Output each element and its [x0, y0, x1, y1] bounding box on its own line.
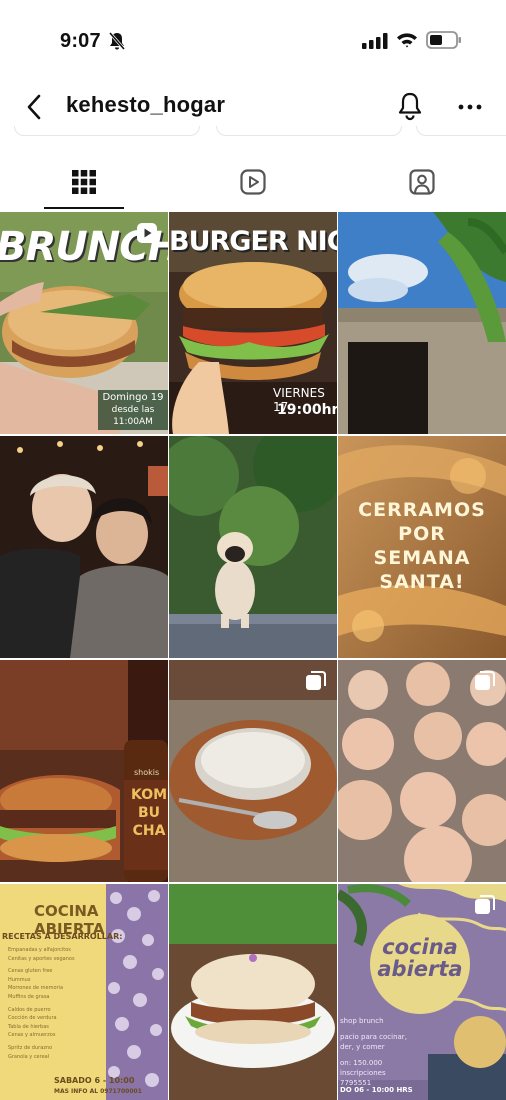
posts-grid: BRUNCH! Domingo 19 desde las 11:00AM BUR…: [0, 212, 506, 1100]
burger-caption-line2: 19:00hrs: [277, 402, 337, 418]
bell-off-icon: [108, 32, 126, 50]
bottle-line2: BU: [137, 805, 161, 821]
tab-tagged[interactable]: [338, 160, 506, 210]
tagged-person-icon: [409, 169, 435, 195]
flyer-item: Tabla de hierbas: [8, 1023, 49, 1030]
more-options-icon[interactable]: [456, 92, 484, 122]
cocina-purple-line1: shop brunch: [340, 1017, 384, 1025]
cocina-purple-line2: pacio para cocinar,: [340, 1033, 407, 1041]
profile-header: kehesto_hogar: [0, 84, 506, 130]
flyer-item: Caldos de puerro: [8, 1006, 51, 1013]
bottle-line3: CHA: [132, 823, 166, 839]
cocina-purple-details: shop brunch pacio para cocinar, der, y c…: [340, 1016, 430, 1088]
cerramos-line1: CERRAMOS: [358, 499, 486, 521]
post-croquettes[interactable]: [338, 660, 506, 882]
post-pug[interactable]: [169, 436, 337, 658]
brunch-caption-line2: desde las 11:00AM: [111, 405, 155, 427]
notifications-bell-icon[interactable]: [396, 91, 424, 121]
post-cocina-abierta-flyer[interactable]: COCINA ABIERTA RECETAS A DESARROLLAR: Em…: [0, 884, 168, 1100]
cerramos-line2: POR: [398, 523, 446, 545]
post-cocina-abierta-purple[interactable]: cocina abierta shop brunch pacio para co…: [338, 884, 506, 1100]
post-two-people[interactable]: [0, 436, 168, 658]
flyer-item: Hummus: [8, 976, 31, 983]
profile-tabs: [0, 160, 506, 210]
bottle-top-label: shokis: [134, 768, 160, 777]
burger-title: BURGER NIGHT: [169, 226, 337, 257]
carousel-badge-icon: [475, 895, 495, 914]
active-tab-indicator: [44, 207, 124, 209]
flyer-item: Cenas gluten free: [8, 968, 53, 975]
highlight-chips-edge: [0, 126, 506, 140]
sandwich-photo: [169, 884, 337, 1100]
flyer-info: MAS INFO AL 0971700001: [54, 1088, 142, 1095]
post-dip-bowl[interactable]: [169, 660, 337, 882]
pug-photo: [169, 436, 337, 658]
flyer-item: Granola y cereal: [8, 1053, 50, 1060]
cocina-purple-line3: der, y comer: [340, 1043, 385, 1051]
carousel-badge-icon: [306, 671, 326, 690]
dip-bowl-photo: [169, 660, 337, 882]
people-photo: [0, 436, 168, 658]
grid-icon: [72, 170, 96, 194]
status-bar: 9:07: [0, 0, 506, 80]
flyer-item: Morrones de memoria: [8, 985, 64, 992]
brunch-caption: Domingo 19 desde las 11:00AM: [98, 390, 168, 430]
cerramos-text: CERRAMOS POR SEMANA SANTA!: [338, 498, 506, 594]
tab-reels[interactable]: [169, 160, 337, 210]
flyer-subtitle: RECETAS A DESARROLLAR:: [2, 932, 123, 941]
reel-badge-icon: [137, 223, 157, 243]
flyer-item: Empanadas y alfajorcitos: [8, 947, 71, 953]
flyer-item: Cenitas y aportes veganos: [8, 955, 75, 962]
cocina-purple-line5: inscripciones: [340, 1069, 386, 1077]
carousel-badge-icon: [475, 671, 495, 690]
cocina-purple-date: DO 06 - 10:00 HRS: [340, 1086, 413, 1094]
battery-icon: [426, 31, 461, 49]
profile-username: kehesto_hogar: [66, 92, 226, 117]
bottle-label: KOM BU CHA: [130, 786, 168, 840]
flyer-date: SABADO 6 - 10:00: [54, 1076, 135, 1085]
reels-play-icon: [240, 169, 266, 195]
tab-grid[interactable]: [0, 160, 168, 210]
cerramos-line4: SANTA!: [379, 571, 465, 593]
bottle-line1: KOM: [130, 787, 168, 803]
post-cerramos[interactable]: CERRAMOS POR SEMANA SANTA!: [338, 436, 506, 658]
croquettes-photo: [338, 660, 506, 882]
cocina-purple-title: cocina abierta: [370, 936, 470, 980]
post-sandwich-plate[interactable]: [169, 884, 337, 1100]
flyer-list: Empanadas y alfajorcitos Cenitas y aport…: [8, 946, 104, 1061]
flyer-item: Cocción de verdura: [8, 1015, 57, 1022]
back-arrow-icon[interactable]: [22, 92, 48, 122]
building-photo: [338, 212, 506, 434]
post-building[interactable]: [338, 212, 506, 434]
wifi-icon: [397, 33, 417, 48]
brunch-caption-line1: Domingo 19: [102, 392, 164, 403]
post-kombucha[interactable]: shokis KOM BU CHA: [0, 660, 168, 882]
cellular-signal-icon: [362, 33, 388, 49]
cocina-purple-title2: abierta: [377, 957, 463, 981]
status-time: 9:07: [60, 30, 101, 52]
post-burger-night[interactable]: BURGER NIGHT VIERNES 17 19:00hrs: [169, 212, 337, 434]
flyer-item: Cenas y almuerzos: [8, 1032, 56, 1039]
cocina-purple-line4: on: 150.000: [340, 1059, 383, 1067]
flyer-item: Muffins de grasa: [8, 993, 50, 1000]
post-brunch[interactable]: BRUNCH! Domingo 19 desde las 11:00AM: [0, 212, 168, 434]
cocina-purple-title1: cocina: [382, 935, 458, 959]
cerramos-line3: SEMANA: [373, 547, 471, 569]
flyer-item: Spritz de durazno: [8, 1044, 53, 1051]
